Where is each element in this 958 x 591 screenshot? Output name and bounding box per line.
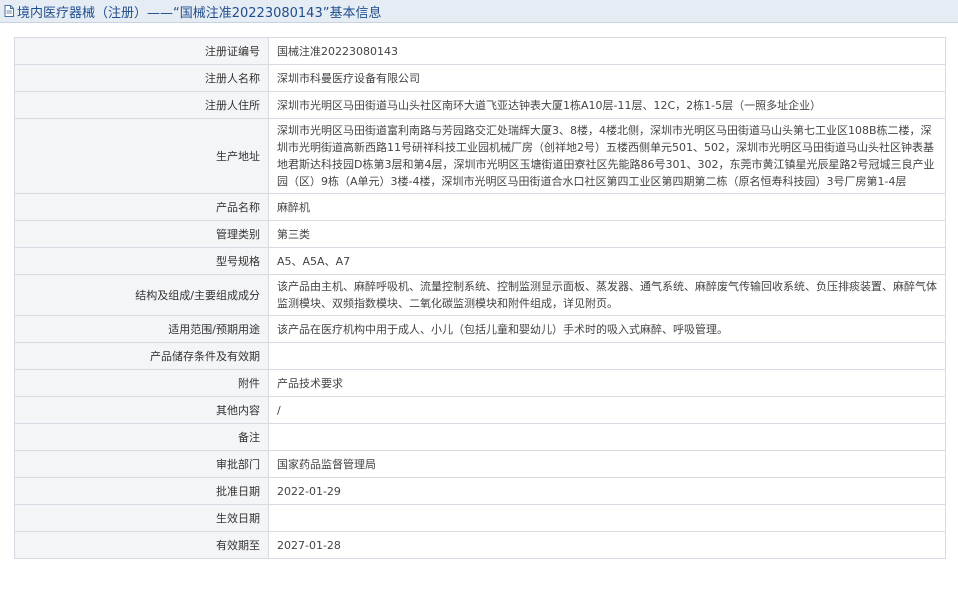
field-label: 产品名称: [14, 193, 269, 221]
table-row: 注册人名称 深圳市科曼医疗设备有限公司: [14, 64, 946, 92]
field-label: 生效日期: [14, 504, 269, 532]
page-title: 境内医疗器械（注册）——“国械注准20223080143”基本信息: [17, 5, 382, 21]
table-row: 批准日期 2022-01-29: [14, 477, 946, 505]
field-label: 附件: [14, 369, 269, 397]
table-row: 注册人住所 深圳市光明区马田街道马山头社区南环大道飞亚达钟表大厦1栋A10层-11…: [14, 91, 946, 119]
table-row: 生产地址 深圳市光明区马田街道富利南路与芳园路交汇处瑞辉大厦3、8楼，4楼北侧，深…: [14, 118, 946, 194]
page-header: 境内医疗器械（注册）——“国械注准20223080143”基本信息: [0, 0, 958, 23]
field-label: 生产地址: [14, 118, 269, 194]
field-value: 2022-01-29: [268, 477, 946, 505]
field-label: 管理类别: [14, 220, 269, 248]
field-value: 深圳市光明区马田街道马山头社区南环大道飞亚达钟表大厦1栋A10层-11层、12C…: [268, 91, 946, 119]
field-value: 第三类: [268, 220, 946, 248]
table-row: 适用范围/预期用途 该产品在医疗机构中用于成人、小儿（包括儿童和婴幼儿）手术时的吸…: [14, 315, 946, 343]
table-row: 产品名称 麻醉机: [14, 193, 946, 221]
field-label: 其他内容: [14, 396, 269, 424]
table-row: 审批部门 国家药品监督管理局: [14, 450, 946, 478]
field-value: [268, 423, 946, 451]
field-value: 麻醉机: [268, 193, 946, 221]
table-row: 管理类别 第三类: [14, 220, 946, 248]
table-row: 型号规格 A5、A5A、A7: [14, 247, 946, 275]
table-row: 产品储存条件及有效期: [14, 342, 946, 370]
field-label: 结构及组成/主要组成成分: [14, 274, 269, 316]
field-value: 该产品在医疗机构中用于成人、小儿（包括儿童和婴幼儿）手术时的吸入式麻醉、呼吸管理…: [268, 315, 946, 343]
field-value: A5、A5A、A7: [268, 247, 946, 275]
field-label: 适用范围/预期用途: [14, 315, 269, 343]
table-row: 备注: [14, 423, 946, 451]
document-icon: [4, 5, 14, 17]
table-row: 附件 产品技术要求: [14, 369, 946, 397]
field-value: [268, 504, 946, 532]
field-label: 审批部门: [14, 450, 269, 478]
table-row: 结构及组成/主要组成成分 该产品由主机、麻醉呼吸机、流量控制系统、控制监测显示面板…: [14, 274, 946, 316]
field-value: 深圳市光明区马田街道富利南路与芳园路交汇处瑞辉大厦3、8楼，4楼北侧，深圳市光明…: [268, 118, 946, 194]
field-label: 批准日期: [14, 477, 269, 505]
field-value: 国家药品监督管理局: [268, 450, 946, 478]
field-value: 2027-01-28: [268, 531, 946, 559]
table-row: 注册证编号 国械注准20223080143: [14, 37, 946, 65]
field-label: 有效期至: [14, 531, 269, 559]
field-label: 注册证编号: [14, 37, 269, 65]
field-label: 注册人住所: [14, 91, 269, 119]
field-value: 深圳市科曼医疗设备有限公司: [268, 64, 946, 92]
info-table: 注册证编号 国械注准20223080143 注册人名称 深圳市科曼医疗设备有限公司 注册…: [14, 37, 946, 559]
field-value: 国械注准20223080143: [268, 37, 946, 65]
field-label: 型号规格: [14, 247, 269, 275]
field-label: 备注: [14, 423, 269, 451]
field-label: 产品储存条件及有效期: [14, 342, 269, 370]
table-row: 其他内容 /: [14, 396, 946, 424]
table-row: 生效日期: [14, 504, 946, 532]
field-value: /: [268, 396, 946, 424]
field-value: 产品技术要求: [268, 369, 946, 397]
field-label: 注册人名称: [14, 64, 269, 92]
field-value: [268, 342, 946, 370]
table-row: 有效期至 2027-01-28: [14, 531, 946, 559]
field-value: 该产品由主机、麻醉呼吸机、流量控制系统、控制监测显示面板、蒸发器、通气系统、麻醉…: [268, 274, 946, 316]
